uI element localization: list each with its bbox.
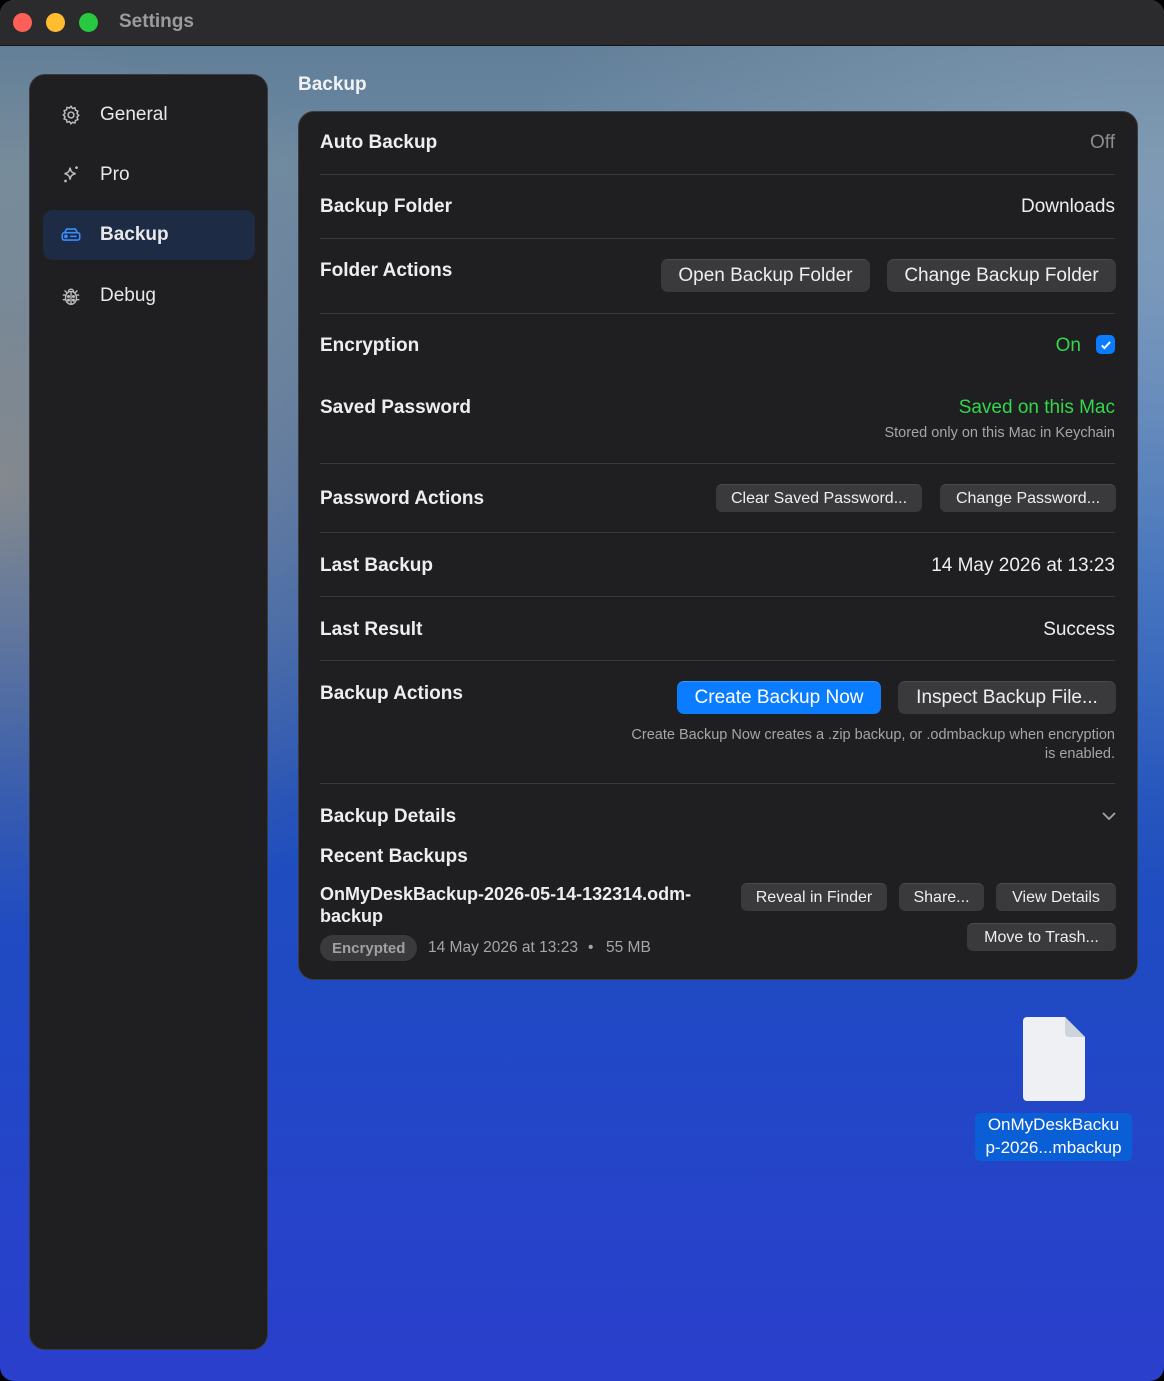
section-title: Backup (298, 74, 367, 95)
recent-backups-label: Recent Backups (320, 846, 468, 867)
change-backup-folder-button[interactable]: Change Backup Folder (887, 259, 1116, 292)
sidebar-item-label: Pro (100, 164, 130, 185)
view-details-button[interactable]: View Details (996, 883, 1116, 911)
last-result-value: Success (1043, 619, 1115, 640)
divider (320, 238, 1115, 239)
sidebar-item-debug[interactable]: Debug (43, 271, 255, 321)
window-title: Settings (119, 11, 194, 32)
drive-icon (60, 224, 82, 246)
sidebar-item-label: Debug (100, 285, 156, 306)
document-file-icon[interactable] (1023, 1017, 1085, 1101)
sidebar-item-label: Backup (100, 224, 169, 245)
chevron-down-icon[interactable] (1101, 810, 1117, 822)
sidebar-item-pro[interactable]: Pro (43, 150, 255, 200)
last-result-label: Last Result (320, 619, 423, 640)
backup-settings-panel: Auto Backup Off Backup Folder Downloads … (298, 111, 1138, 980)
desktop-file-label[interactable]: OnMyDeskBacku p-2026...mbackup (975, 1113, 1132, 1161)
last-backup-label: Last Backup (320, 555, 433, 576)
ladybug-icon (60, 285, 82, 307)
share-button[interactable]: Share... (899, 883, 984, 911)
backup-actions-note-line1: Create Backup Now creates a .zip backup,… (631, 727, 1115, 743)
recent-backup-size: 55 MB (606, 939, 651, 956)
recent-backup-date: 14 May 2026 at 13:23 (428, 939, 578, 956)
last-backup-value: 14 May 2026 at 13:23 (931, 555, 1115, 576)
divider (320, 313, 1115, 314)
encryption-label: Encryption (320, 335, 420, 356)
sidebar-item-general[interactable]: General (43, 90, 255, 140)
auto-backup-label: Auto Backup (320, 132, 438, 153)
create-backup-now-button[interactable]: Create Backup Now (677, 681, 881, 714)
encryption-checkbox[interactable] (1096, 335, 1115, 354)
divider (320, 596, 1115, 597)
close-button[interactable] (13, 13, 32, 32)
divider (320, 174, 1115, 175)
sidebar-item-label: General (100, 104, 168, 125)
backup-folder-value: Downloads (1021, 196, 1115, 217)
minimize-button[interactable] (46, 13, 65, 32)
backup-folder-label: Backup Folder (320, 196, 452, 217)
desktop-file-label-line2: p-2026...mbackup (985, 1138, 1122, 1157)
move-to-trash-button[interactable]: Move to Trash... (967, 923, 1116, 951)
title-bar: Settings (0, 0, 1164, 46)
sidebar-item-backup[interactable]: Backup (43, 210, 255, 260)
saved-password-note: Stored only on this Mac in Keychain (884, 425, 1115, 441)
recent-backup-name-line1: OnMyDeskBackup-2026-05-14-132314.odm- (320, 884, 692, 904)
backup-actions-label: Backup Actions (320, 683, 463, 704)
sparkles-icon (60, 164, 82, 186)
meta-separator: • (588, 939, 594, 956)
change-password-button[interactable]: Change Password... (940, 484, 1116, 512)
recent-backup-name-line2: backup (320, 906, 384, 926)
gear-icon (60, 104, 82, 126)
folder-actions-label: Folder Actions (320, 260, 453, 281)
divider (320, 783, 1115, 784)
password-actions-label: Password Actions (320, 488, 485, 509)
backup-actions-note-line2: is enabled. (1044, 746, 1115, 762)
zoom-button[interactable] (79, 13, 98, 32)
auto-backup-value[interactable]: Off (1090, 132, 1115, 154)
reveal-in-finder-button[interactable]: Reveal in Finder (741, 883, 887, 911)
open-backup-folder-button[interactable]: Open Backup Folder (661, 259, 870, 292)
desktop-file-label-line1: OnMyDeskBacku (987, 1115, 1120, 1134)
settings-window: Settings General Pro Backup Debug Backup… (0, 0, 1164, 1381)
clear-saved-password-button[interactable]: Clear Saved Password... (716, 484, 922, 512)
saved-password-status: Saved on this Mac (958, 397, 1115, 418)
backup-details-label[interactable]: Backup Details (320, 806, 456, 828)
encrypted-badge: Encrypted (320, 935, 418, 961)
divider (320, 532, 1115, 533)
divider (320, 660, 1115, 661)
saved-password-label: Saved Password (320, 397, 472, 418)
inspect-backup-file-button[interactable]: Inspect Backup File... (898, 681, 1116, 714)
sidebar: General Pro Backup Debug (29, 74, 268, 1350)
encryption-status: On (1055, 335, 1081, 356)
divider (320, 463, 1115, 464)
checkmark-icon (1100, 340, 1111, 349)
